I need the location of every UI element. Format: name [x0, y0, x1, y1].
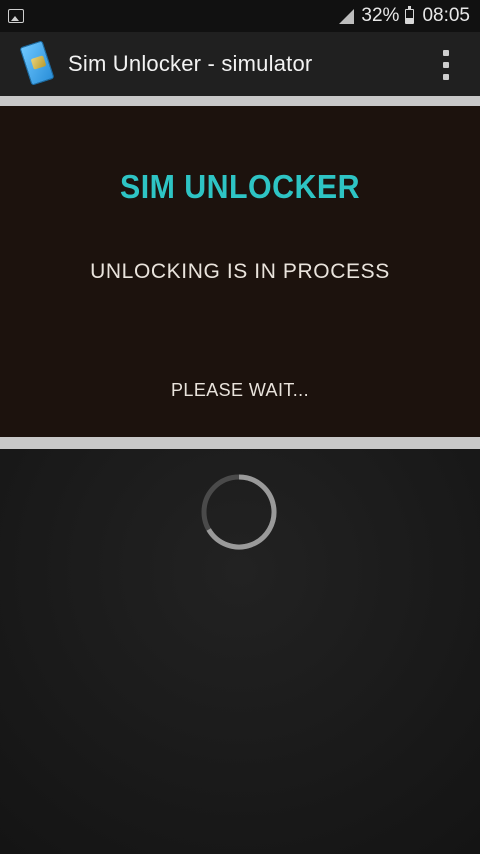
content-area	[0, 449, 480, 854]
divider-top	[0, 96, 480, 106]
loading-spinner-icon	[201, 474, 277, 550]
sim-card-icon	[16, 40, 60, 87]
menu-dot	[443, 74, 449, 80]
status-right: 32% 08:05	[339, 5, 470, 27]
please-wait-text: PLEASE WAIT...	[171, 380, 309, 400]
battery-icon	[405, 5, 415, 24]
divider-bottom	[0, 437, 480, 449]
clock: 08:05	[422, 5, 470, 26]
battery-percent: 32%	[361, 5, 400, 26]
unlock-status-text: UNLOCKING IS IN PROCESS	[90, 260, 390, 283]
gallery-icon	[8, 9, 24, 23]
app-title: Sim Unlocker - simulator	[68, 51, 313, 76]
panel-heading: SIM UNLOCKER	[120, 168, 360, 205]
info-panel: SIM UNLOCKER UNLOCKING IS IN PROCESS PLE…	[0, 106, 480, 437]
app-bar: Sim Unlocker - simulator	[0, 32, 480, 96]
signal-icon	[339, 8, 355, 24]
status-bar: 32% 08:05	[0, 0, 480, 32]
overflow-menu-icon[interactable]	[442, 50, 450, 80]
menu-dot	[443, 50, 449, 56]
status-left	[8, 9, 24, 23]
menu-dot	[443, 62, 449, 68]
